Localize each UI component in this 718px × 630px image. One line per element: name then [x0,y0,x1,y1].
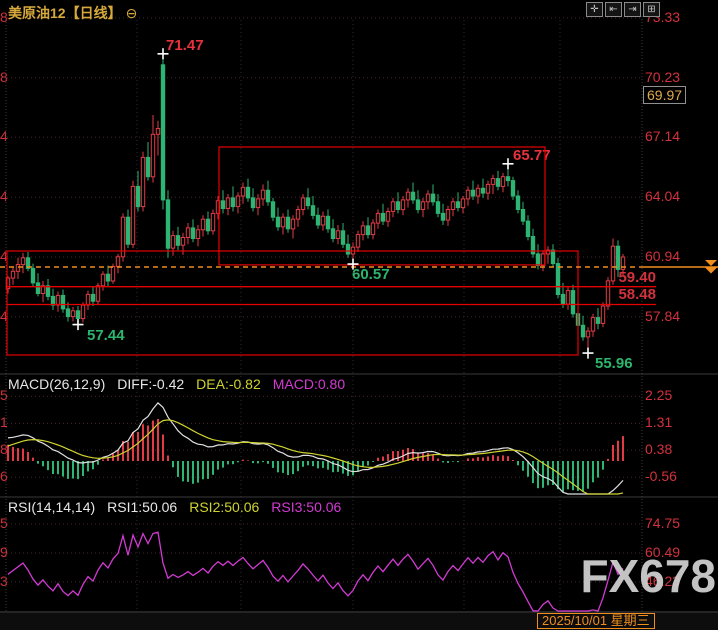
macd-dea-value: DEA:-0.82 [196,376,261,392]
chart-canvas[interactable] [0,0,718,630]
chart-toolbar: ✛ ⇤ ⇥ ⊞ [586,2,660,17]
extreme-cross-marker [73,319,84,330]
current-date-box[interactable]: 2025/10/01 星期三 [537,613,655,629]
macd-header: MACD(26,12,9) DIFF:-0.42 DEA:-0.82 MACD:0.8… [8,376,357,392]
rsi1-value: RSI1:50.06 [107,499,177,515]
macd-macd-value: MACD:0.80 [273,376,345,392]
watermark: FX678 [580,549,716,603]
extreme-cross-marker [348,259,359,270]
chart-window: 美原油12【日线】⊖ ✛ ⇤ ⇥ ⊞ 69.97 MACD(26,12,9) DI… [0,0,718,630]
macd-params-label: MACD(26,12,9) [8,376,105,392]
scale-expand-button[interactable]: ⇥ [624,2,641,17]
collapse-icon[interactable]: ⊖ [126,5,138,21]
macd-diff-value: DIFF:-0.42 [117,376,184,392]
prev-close-label: 69.97 [643,86,686,104]
extreme-cross-marker [158,48,169,59]
chart-title: 美原油12【日线】⊖ [8,3,137,23]
instrument-name: 美原油12 [8,5,66,21]
crosshair-tool-button[interactable]: ✛ [586,2,603,17]
scale-reset-button[interactable]: ⊞ [643,2,660,17]
rsi3-value: RSI3:50.06 [271,499,341,515]
extreme-cross-marker [583,348,594,359]
rsi-header: RSI(14,14,14) RSI1:50.06 RSI2:50.06 RSI3:50… [8,499,353,515]
rsi2-value: RSI2:50.06 [189,499,259,515]
rsi-params-label: RSI(14,14,14) [8,499,95,515]
period-tag: 【日线】 [66,5,122,21]
scale-compress-button[interactable]: ⇤ [605,2,622,17]
extreme-cross-marker [503,158,514,169]
